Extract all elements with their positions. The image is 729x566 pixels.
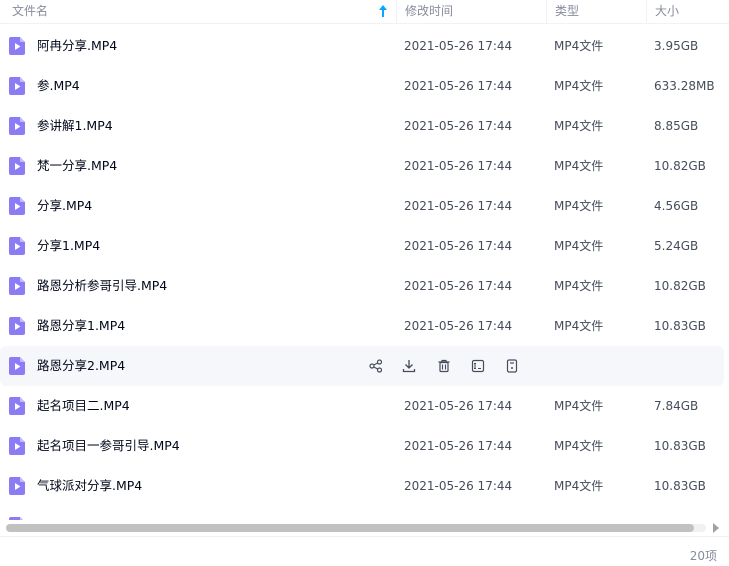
file-row[interactable]: 分享.MP4 2021-05-26 17:44 MP4文件 4.56GB (0, 186, 724, 226)
file-modified-time: 2021-05-26 17:44 (404, 199, 513, 213)
file-type: MP4文件 (554, 79, 604, 93)
file-type: MP4文件 (554, 319, 604, 333)
file-row-partial[interactable] (0, 506, 724, 520)
file-size: 4.56GB (654, 199, 699, 213)
file-size: 5.24GB (654, 239, 699, 253)
file-modified-time: 2021-05-26 17:44 (404, 239, 513, 253)
file-name[interactable]: 起名项目二.MP4 (37, 386, 130, 426)
file-row[interactable]: 气球派对分享.MP4 2021-05-26 17:44 MP4文件 10.83GB (0, 466, 724, 506)
video-file-icon (9, 77, 25, 95)
horizontal-scrollbar[interactable] (0, 520, 729, 534)
file-name[interactable]: 路恩分析参哥引导.MP4 (37, 266, 167, 306)
video-file-icon (9, 317, 25, 335)
rename-icon[interactable] (468, 356, 488, 376)
file-row[interactable]: 路恩分析参哥引导.MP4 2021-05-26 17:44 MP4文件 10.82GB (0, 266, 724, 306)
file-size: 10.83GB (654, 439, 706, 453)
file-row[interactable]: 参.MP4 2021-05-26 17:44 MP4文件 633.28MB (0, 66, 724, 106)
file-modified-time: 2021-05-26 17:44 (404, 439, 513, 453)
file-row[interactable]: 阿冉分享.MP4 2021-05-26 17:44 MP4文件 3.95GB (0, 26, 724, 66)
file-size: 10.82GB (654, 159, 706, 173)
file-type: MP4文件 (554, 239, 604, 253)
file-row[interactable]: 起名项目二.MP4 2021-05-26 17:44 MP4文件 7.84GB (0, 386, 724, 426)
file-row[interactable]: 参讲解1.MP4 2021-05-26 17:44 MP4文件 8.85GB (0, 106, 724, 146)
file-size: 10.83GB (654, 479, 706, 493)
file-modified-time: 2021-05-26 17:44 (404, 319, 513, 333)
file-modified-time: 2021-05-26 17:44 (404, 479, 513, 493)
video-file-icon (9, 117, 25, 135)
column-header-time[interactable]: 修改时间 (396, 0, 546, 24)
video-file-icon (9, 397, 25, 415)
file-row[interactable]: 分享1.MP4 2021-05-26 17:44 MP4文件 5.24GB (0, 226, 724, 266)
status-bar: 20项 (0, 536, 729, 566)
file-name[interactable]: 分享.MP4 (37, 186, 92, 226)
file-name[interactable]: 参讲解1.MP4 (37, 106, 113, 146)
file-type: MP4文件 (554, 439, 604, 453)
file-type: MP4文件 (554, 399, 604, 413)
column-header-name[interactable]: 文件名 (12, 0, 392, 24)
column-header-size[interactable]: 大小 (646, 0, 729, 24)
file-size: 8.85GB (654, 119, 699, 133)
file-name[interactable]: 路恩分享1.MP4 (37, 306, 125, 346)
file-name[interactable]: 梵一分享.MP4 (37, 146, 117, 186)
scrollbar-thumb[interactable] (6, 524, 694, 532)
share-icon[interactable] (366, 356, 386, 376)
file-row[interactable]: 路恩分享1.MP4 2021-05-26 17:44 MP4文件 10.83GB (0, 306, 724, 346)
item-count: 20项 (689, 549, 717, 563)
file-modified-time: 2021-05-26 17:44 (404, 279, 513, 293)
file-size: 7.84GB (654, 399, 699, 413)
video-file-icon (9, 37, 25, 55)
file-type: MP4文件 (554, 479, 604, 493)
more-icon[interactable] (502, 356, 522, 376)
video-file-icon (9, 477, 25, 495)
video-file-icon (9, 357, 25, 375)
video-file-icon (9, 197, 25, 215)
file-type: MP4文件 (554, 39, 604, 53)
column-header-size-label: 大小 (655, 4, 680, 18)
file-list: 阿冉分享.MP4 2021-05-26 17:44 MP4文件 3.95GB 参.MP4… (0, 26, 729, 520)
file-modified-time: 2021-05-26 17:44 (404, 39, 513, 53)
download-icon[interactable] (399, 356, 419, 376)
column-header-type-label: 类型 (555, 4, 580, 18)
file-modified-time: 2021-05-26 17:44 (404, 159, 513, 173)
file-modified-time: 2021-05-26 17:44 (404, 79, 513, 93)
delete-icon[interactable] (434, 356, 454, 376)
file-row[interactable]: 路恩分享2.MP4 (0, 346, 724, 386)
sort-up-arrow-icon[interactable] (378, 4, 388, 18)
column-header-type[interactable]: 类型 (546, 0, 646, 24)
scroll-right-arrow-icon[interactable] (712, 523, 720, 533)
column-header-time-label: 修改时间 (405, 4, 454, 18)
file-size: 633.28MB (654, 79, 715, 93)
file-row[interactable]: 起名项目一参哥引导.MP4 2021-05-26 17:44 MP4文件 10.83G… (0, 426, 724, 466)
file-modified-time: 2021-05-26 17:44 (404, 399, 513, 413)
file-name[interactable]: 起名项目一参哥引导.MP4 (37, 426, 180, 466)
column-header-name-label: 文件名 (12, 4, 49, 18)
file-type: MP4文件 (554, 279, 604, 293)
video-file-icon (9, 157, 25, 175)
file-type: MP4文件 (554, 119, 604, 133)
list-header: 文件名 修改时间 类型 大小 (0, 0, 729, 24)
file-row[interactable]: 梵一分享.MP4 2021-05-26 17:44 MP4文件 10.82GB (0, 146, 724, 186)
file-name[interactable]: 气球派对分享.MP4 (37, 466, 142, 506)
file-type: MP4文件 (554, 159, 604, 173)
video-file-icon (9, 277, 25, 295)
file-name[interactable]: 分享1.MP4 (37, 226, 100, 266)
video-file-icon (9, 237, 25, 255)
file-name[interactable]: 阿冉分享.MP4 (37, 26, 117, 66)
file-type: MP4文件 (554, 199, 604, 213)
file-modified-time: 2021-05-26 17:44 (404, 119, 513, 133)
file-size: 10.83GB (654, 319, 706, 333)
file-name[interactable]: 参.MP4 (37, 66, 80, 106)
file-size: 10.82GB (654, 279, 706, 293)
file-size: 3.95GB (654, 39, 699, 53)
file-name[interactable]: 路恩分享2.MP4 (37, 346, 125, 386)
video-file-icon (9, 437, 25, 455)
